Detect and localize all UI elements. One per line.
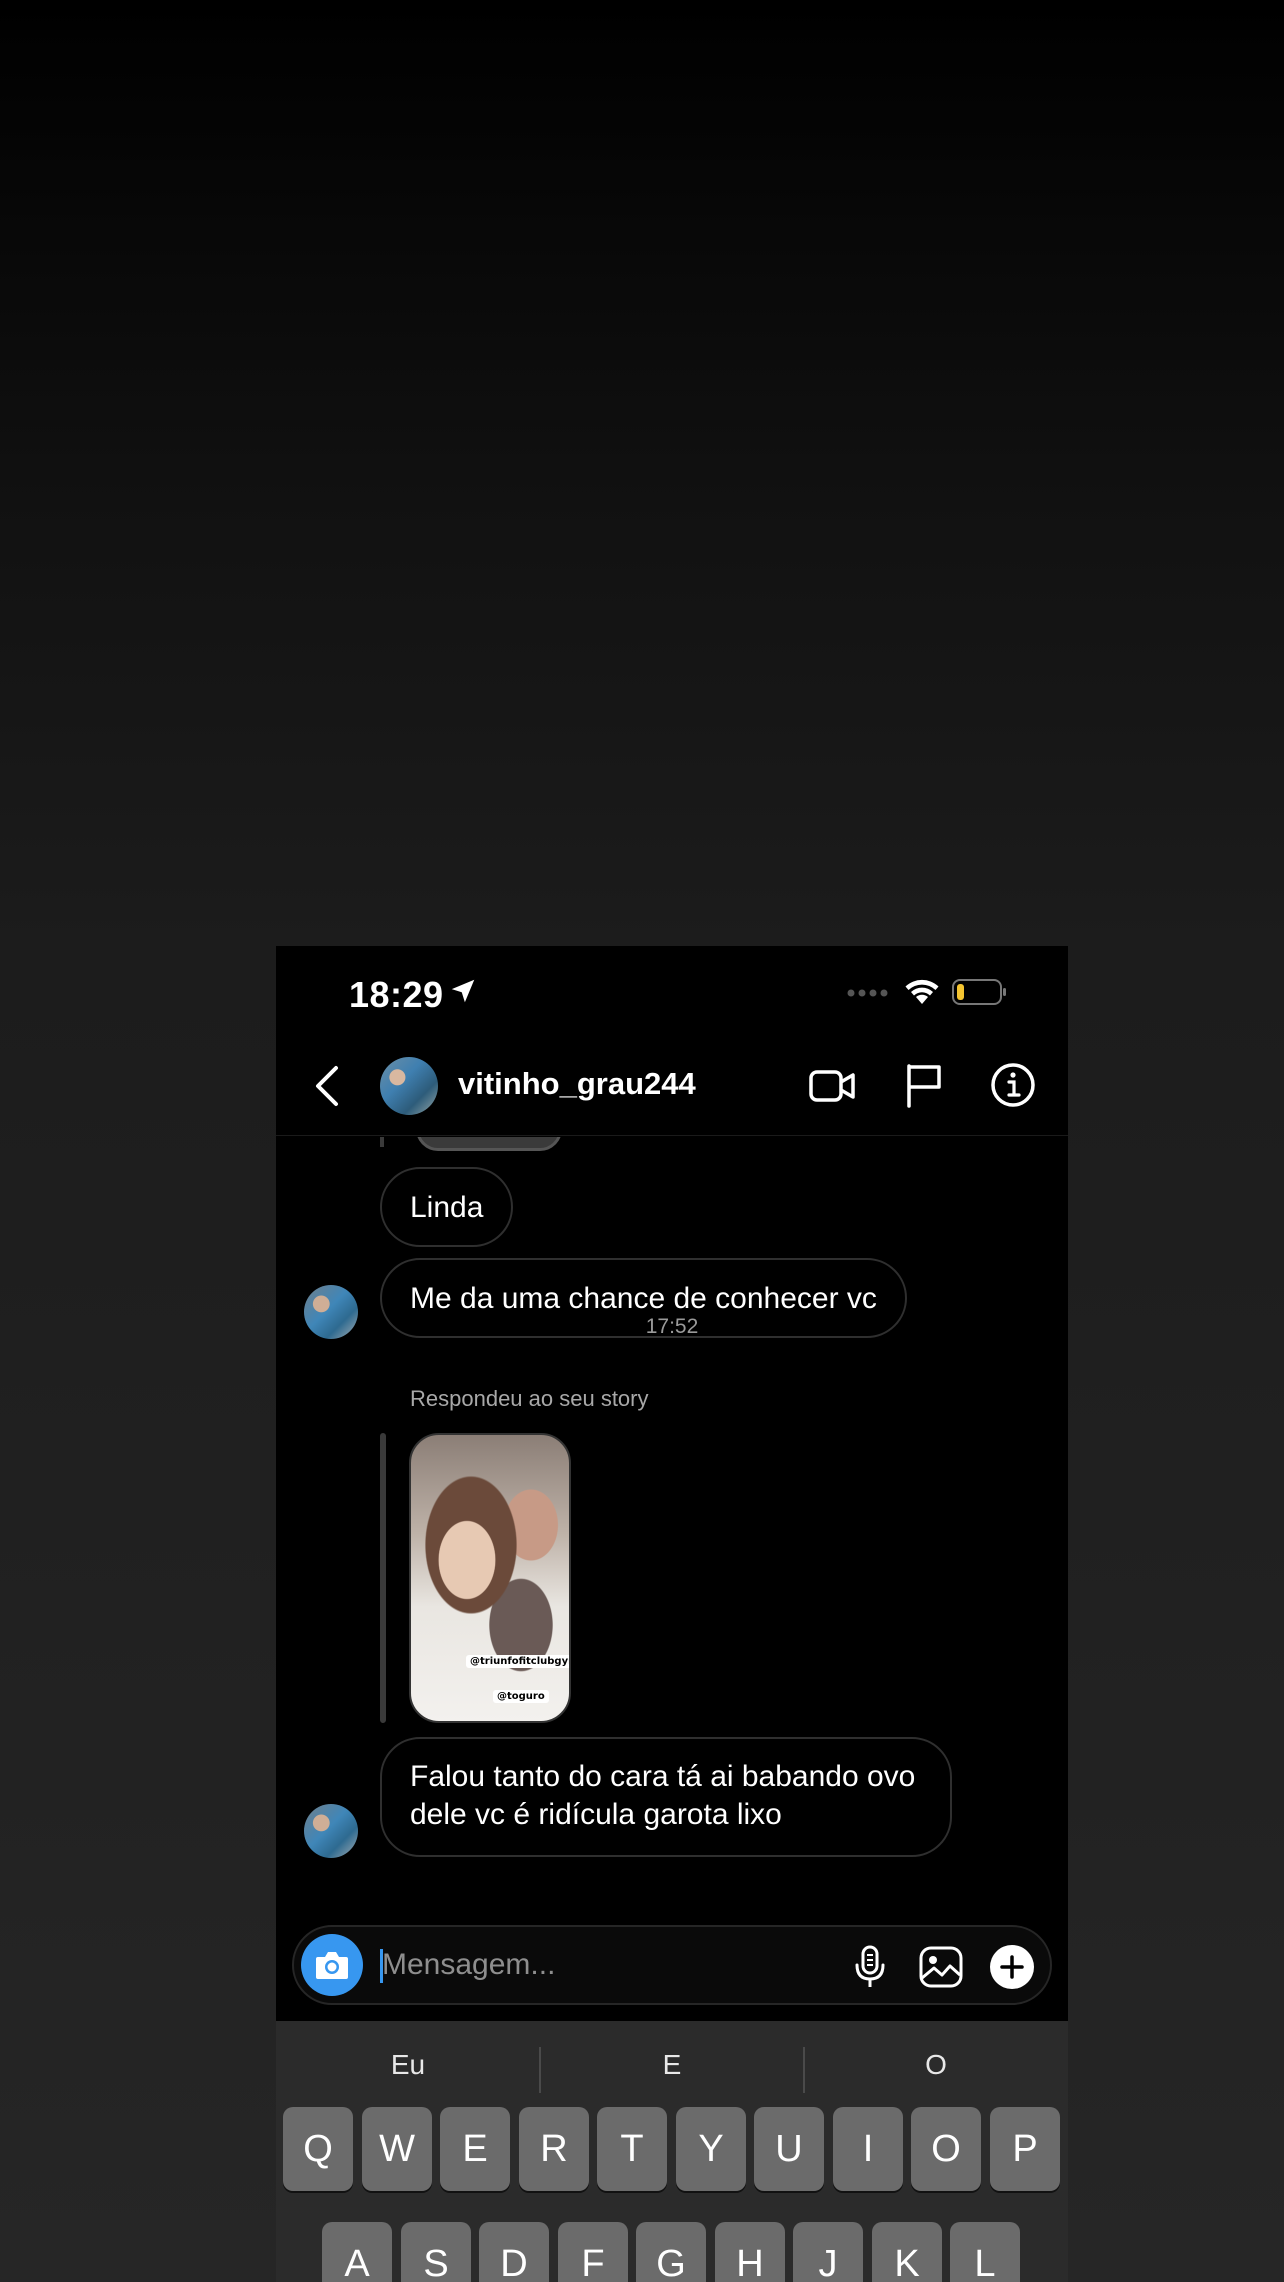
key-h[interactable]: H xyxy=(715,2222,785,2282)
chat-header: vitinho_grau244 xyxy=(276,1036,1068,1136)
key-d[interactable]: D xyxy=(479,2222,549,2282)
key-y[interactable]: Y xyxy=(676,2107,746,2191)
key-o[interactable]: O xyxy=(911,2107,981,2191)
wifi-icon xyxy=(905,979,939,1004)
plus-icon xyxy=(1000,1955,1024,1979)
contact-username[interactable]: vitinho_grau244 xyxy=(458,1066,696,1102)
message-bubble[interactable]: Linda xyxy=(380,1167,514,1247)
key-p[interactable]: P xyxy=(990,2107,1060,2191)
key-e[interactable]: E xyxy=(440,2107,510,2191)
reply-line xyxy=(380,1433,386,1723)
mic-icon[interactable] xyxy=(854,1945,886,1989)
info-icon[interactable] xyxy=(990,1062,1036,1108)
instagram-dm-screen: 18:29 vitinho_grau244 Linda Me da uma ch… xyxy=(276,946,1068,2282)
message-composer xyxy=(292,1925,1052,2005)
story-mention-tag: @toguro xyxy=(493,1690,549,1703)
contact-avatar[interactable] xyxy=(380,1057,438,1115)
flag-icon[interactable] xyxy=(904,1062,944,1108)
message-input[interactable] xyxy=(382,1943,722,1987)
key-k[interactable]: K xyxy=(872,2222,942,2282)
battery-low-icon xyxy=(952,979,1006,1005)
sender-avatar[interactable] xyxy=(304,1804,358,1858)
key-g[interactable]: G xyxy=(636,2222,706,2282)
camera-button[interactable] xyxy=(301,1934,363,1996)
key-t[interactable]: T xyxy=(597,2107,667,2191)
key-l[interactable]: L xyxy=(950,2222,1020,2282)
story-reply-caption: Respondeu ao seu story xyxy=(410,1386,649,1411)
status-time: 18:29 xyxy=(349,974,444,1015)
message-bubble[interactable]: Falou tanto do cara tá ai babando ovo de… xyxy=(380,1737,952,1857)
key-w[interactable]: W xyxy=(362,2107,432,2191)
back-icon[interactable] xyxy=(312,1064,342,1108)
camera-icon xyxy=(316,1952,348,1979)
suggestion-item[interactable]: E xyxy=(540,2049,804,2081)
key-r[interactable]: R xyxy=(519,2107,589,2191)
key-j[interactable]: J xyxy=(793,2222,863,2282)
suggestion-item[interactable]: O xyxy=(804,2049,1068,2081)
status-bar: 18:29 xyxy=(276,946,1068,1036)
cell-signal-icon xyxy=(847,989,888,997)
key-s[interactable]: S xyxy=(401,2222,471,2282)
story-mention-tag: @triunfofitclubgym xyxy=(466,1655,569,1668)
message-thread[interactable]: Linda Me da uma chance de conhecer vc 17… xyxy=(276,1137,1068,1865)
key-i[interactable]: I xyxy=(833,2107,903,2191)
gallery-icon[interactable] xyxy=(918,1945,964,1989)
suggestion-item[interactable]: Eu xyxy=(276,2049,540,2081)
key-u[interactable]: U xyxy=(754,2107,824,2191)
key-f[interactable]: F xyxy=(558,2222,628,2282)
keyboard: Eu E O QWERTYUIOPASDFGHJKL xyxy=(276,2021,1068,2282)
story-thumbnail[interactable]: @triunfofitclubgym @toguro xyxy=(409,1433,571,1723)
keyboard-suggestions: Eu E O xyxy=(276,2021,1068,2117)
key-q[interactable]: Q xyxy=(283,2107,353,2191)
more-button[interactable] xyxy=(990,1945,1034,1989)
location-arrow-icon xyxy=(451,979,475,1003)
message-timestamp: 17:52 xyxy=(645,1315,699,1338)
video-call-icon[interactable] xyxy=(808,1066,856,1106)
key-a[interactable]: A xyxy=(322,2222,392,2282)
previous-story-thumbnail[interactable] xyxy=(416,1137,562,1151)
reply-line xyxy=(380,1137,384,1147)
